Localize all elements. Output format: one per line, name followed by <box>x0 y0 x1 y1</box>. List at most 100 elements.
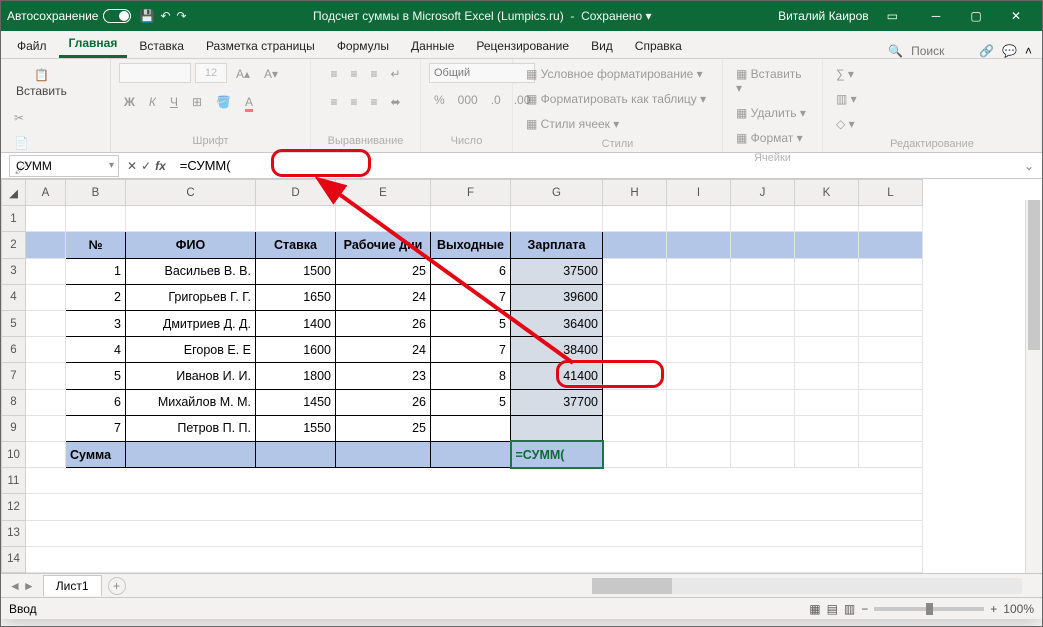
tab-review[interactable]: Рецензирование <box>466 33 579 58</box>
decrease-font-icon[interactable]: A▾ <box>259 63 283 85</box>
font-size-combo[interactable]: 12 <box>195 63 227 83</box>
autosave-toggle[interactable] <box>103 9 131 23</box>
prev-sheet-icon[interactable]: ◄ <box>9 579 21 593</box>
align-middle-icon[interactable]: ≡ <box>345 63 362 85</box>
col-K[interactable]: K <box>795 180 859 206</box>
tab-view[interactable]: Вид <box>581 33 623 58</box>
fill-icon[interactable]: ▥ ▾ <box>831 88 862 110</box>
col-I[interactable]: I <box>667 180 731 206</box>
page-layout-view-icon[interactable]: ▤ <box>827 602 838 616</box>
cell-styles-button[interactable]: ▦ Стили ячеек ▾ <box>521 113 624 135</box>
align-right-icon[interactable]: ≡ <box>365 91 382 113</box>
currency-icon[interactable]: % <box>429 89 450 111</box>
th-num: № <box>66 232 126 258</box>
minimize-button[interactable]: ─ <box>916 1 956 31</box>
table-row[interactable]: 3 1 Васильев В. В. 1500 25 6 37500 <box>2 258 923 284</box>
editing-cell-G10[interactable]: =СУММ( <box>511 441 603 467</box>
delete-cells-button[interactable]: ▦ Удалить ▾ <box>731 102 811 124</box>
maximize-button[interactable]: ▢ <box>956 1 996 31</box>
select-all-corner[interactable]: ◢ <box>2 180 26 206</box>
fx-icon[interactable]: fx <box>155 159 166 173</box>
user-name[interactable]: Виталий Каиров <box>778 9 869 23</box>
paste-button[interactable]: 📋 Вставить <box>9 63 74 103</box>
col-F[interactable]: F <box>431 180 511 206</box>
group-alignment: Выравнивание <box>319 132 412 148</box>
search-input[interactable] <box>911 44 971 58</box>
tab-data[interactable]: Данные <box>401 33 464 58</box>
enter-formula-icon[interactable]: ✓ <box>141 159 151 173</box>
table-row[interactable]: 8 6 Михайлов М. М. 1450 26 5 37700 <box>2 389 923 415</box>
copy-icon[interactable]: 📄 <box>9 132 34 154</box>
table-row[interactable]: 6 4 Егоров Е. Е 1600 24 7 38400 <box>2 337 923 363</box>
underline-button[interactable]: Ч <box>165 91 183 113</box>
borders-icon[interactable]: ⊞ <box>187 91 207 113</box>
name-box[interactable]: СУММ <box>9 155 119 177</box>
zoom-in-icon[interactable]: + <box>990 602 997 616</box>
font-color-icon[interactable]: А <box>240 91 258 113</box>
save-icon[interactable]: 💾 <box>139 9 154 23</box>
zoom-slider[interactable] <box>874 607 984 611</box>
align-top-icon[interactable]: ≡ <box>325 63 342 85</box>
comments-icon[interactable]: 💬 <box>1002 44 1017 58</box>
zoom-level[interactable]: 100% <box>1003 602 1034 616</box>
undo-icon[interactable]: ↶ <box>160 9 170 23</box>
share-icon[interactable]: 🔗 <box>979 44 994 58</box>
table-row[interactable]: 5 3 Дмитриев Д. Д. 1400 26 5 36400 <box>2 310 923 336</box>
col-L[interactable]: L <box>859 180 923 206</box>
insert-cells-button[interactable]: ▦ Вставить ▾ <box>731 63 814 99</box>
table-row[interactable]: 9 7 Петров П. П. 1550 25 <box>2 415 923 441</box>
col-C[interactable]: C <box>126 180 256 206</box>
comma-icon[interactable]: 000 <box>453 89 483 111</box>
horizontal-scrollbar[interactable] <box>592 578 1022 594</box>
col-D[interactable]: D <box>256 180 336 206</box>
formula-input[interactable] <box>174 155 1016 177</box>
zoom-out-icon[interactable]: − <box>861 602 868 616</box>
clear-icon[interactable]: ◇ ▾ <box>831 113 860 135</box>
col-H[interactable]: H <box>603 180 667 206</box>
italic-button[interactable]: К <box>144 91 161 113</box>
col-A[interactable]: A <box>26 180 66 206</box>
inc-decimal-icon[interactable]: .0 <box>486 89 506 111</box>
align-left-icon[interactable]: ≡ <box>325 91 342 113</box>
col-J[interactable]: J <box>731 180 795 206</box>
tab-home[interactable]: Главная <box>59 30 128 58</box>
ribbon-display-icon[interactable]: ▭ <box>887 9 898 23</box>
autosum-icon[interactable]: ∑ ▾ <box>831 63 859 85</box>
collapse-ribbon-icon[interactable]: ˄ <box>1025 44 1032 58</box>
page-break-view-icon[interactable]: ▥ <box>844 602 855 616</box>
wrap-text-icon[interactable]: ↵ <box>385 63 405 85</box>
col-E[interactable]: E <box>336 180 431 206</box>
table-row[interactable]: 4 2 Григорьев Г. Г. 1650 24 7 39600 <box>2 284 923 310</box>
bold-button[interactable]: Ж <box>119 91 140 113</box>
tab-formulas[interactable]: Формулы <box>327 33 399 58</box>
tab-file[interactable]: Файл <box>7 33 57 58</box>
tab-insert[interactable]: Вставка <box>129 33 194 58</box>
fill-color-icon[interactable]: 🪣 <box>211 91 236 113</box>
add-sheet-button[interactable]: + <box>108 577 126 595</box>
expand-formula-bar-icon[interactable]: ⌄ <box>1016 159 1042 173</box>
cut-icon[interactable]: ✂ <box>9 107 34 129</box>
format-table-button[interactable]: ▦ Форматировать как таблицу ▾ <box>521 88 711 110</box>
format-cells-button[interactable]: ▦ Формат ▾ <box>731 127 808 149</box>
next-sheet-icon[interactable]: ► <box>23 579 35 593</box>
font-name-combo[interactable] <box>119 63 191 83</box>
normal-view-icon[interactable]: ▦ <box>809 602 820 616</box>
sum-label-cell[interactable]: Сумма <box>66 441 126 467</box>
align-bottom-icon[interactable]: ≡ <box>365 63 382 85</box>
spreadsheet-grid[interactable]: ◢ A B C D E F G H I J K L 1 2 № ФИО Став… <box>1 179 1042 573</box>
col-G[interactable]: G <box>511 180 603 206</box>
search-icon[interactable]: 🔍 <box>888 44 903 58</box>
sheet-tab[interactable]: Лист1 <box>43 575 102 596</box>
vertical-scrollbar[interactable] <box>1025 200 1042 573</box>
align-center-icon[interactable]: ≡ <box>345 91 362 113</box>
col-B[interactable]: B <box>66 180 126 206</box>
increase-font-icon[interactable]: A▴ <box>231 63 255 85</box>
tab-help[interactable]: Справка <box>625 33 692 58</box>
merge-icon[interactable]: ⬌ <box>385 91 405 113</box>
table-row[interactable]: 7 5 Иванов И. И. 1800 23 8 41400 <box>2 363 923 389</box>
cancel-formula-icon[interactable]: ✕ <box>127 159 137 173</box>
close-button[interactable]: ✕ <box>996 1 1036 31</box>
cond-format-button[interactable]: ▦ Условное форматирование ▾ <box>521 63 708 85</box>
redo-icon[interactable]: ↷ <box>177 9 187 23</box>
tab-pagelayout[interactable]: Разметка страницы <box>196 33 325 58</box>
